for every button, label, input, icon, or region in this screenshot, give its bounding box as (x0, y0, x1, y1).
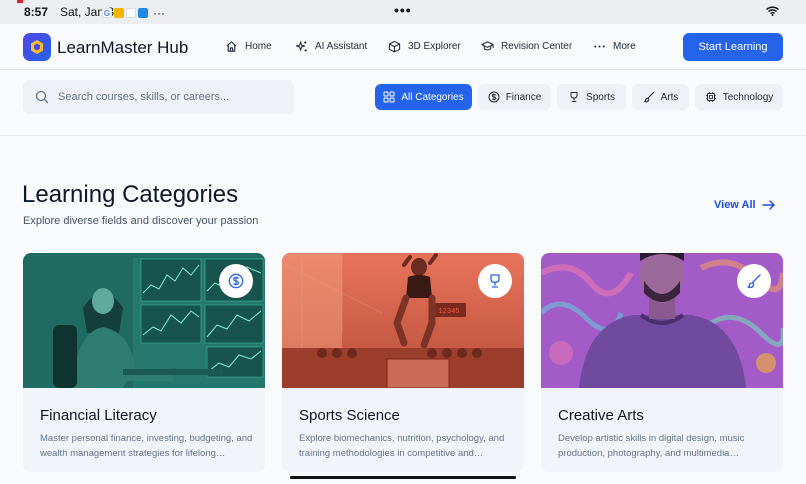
filter-technology-label: Technology (722, 91, 774, 103)
card-description: Master personal finance, investing, budg… (40, 433, 253, 459)
nav-3d-explorer[interactable]: 3D Explorer (388, 40, 461, 53)
chip-icon (705, 92, 716, 102)
view-all-link[interactable]: View All (714, 199, 776, 211)
arrow-right-icon (761, 200, 775, 210)
card-title: Sports Science (299, 407, 400, 424)
multitasking-dots-icon[interactable]: ••• (394, 2, 412, 18)
filter-all-categories[interactable]: All Categories (375, 84, 472, 110)
category-card-sports-science[interactable]: 12345 Sports Science Explore biomechanic… (282, 253, 524, 472)
grid-icon (383, 91, 395, 103)
card-badge (219, 264, 253, 298)
start-learning-button[interactable]: Start Learning (683, 33, 783, 61)
cube-icon (388, 40, 401, 53)
filter-all-categories-label: All Categories (401, 91, 464, 103)
category-card-financial-literacy[interactable]: Financial Literacy Master personal finan… (23, 253, 265, 472)
nav-home-label: Home (245, 41, 272, 52)
search-icon (35, 90, 49, 104)
nav-ai-assistant[interactable]: AI Assistant (295, 40, 367, 53)
svg-text:12345: 12345 (438, 308, 459, 316)
category-card-creative-arts[interactable]: Creative Arts Develop artistic skills in… (541, 253, 783, 472)
card-badge (737, 264, 771, 298)
card-title: Creative Arts (558, 407, 644, 424)
section-title: Learning Categories (22, 181, 239, 208)
graduation-cap-icon (481, 41, 494, 51)
card-description: Develop artistic skills in digital desig… (558, 433, 745, 459)
notification-icons: G ··· (102, 6, 165, 20)
section-subtitle: Explore diverse fields and discover your… (23, 215, 259, 227)
filter-arts[interactable]: Arts (632, 84, 689, 110)
trophy-icon (490, 274, 500, 288)
search-input[interactable] (58, 91, 278, 103)
sparkles-icon (295, 41, 307, 52)
search-bar[interactable] (23, 80, 294, 114)
filter-finance[interactable]: Finance (478, 84, 551, 110)
top-navigation: LearnMaster Hub Home AI Assistant 3D Exp… (0, 24, 806, 70)
card-title: Financial Literacy (40, 407, 157, 424)
brand-name[interactable]: LearnMaster Hub (57, 38, 188, 58)
notes-app-icon (114, 8, 124, 18)
status-bar: 8:57 Sat, Jan 3 G ··· ••• (0, 0, 806, 24)
filter-sports[interactable]: Sports (557, 84, 626, 110)
wifi-icon (766, 6, 779, 16)
photos-app-icon (126, 8, 136, 18)
filter-technology[interactable]: Technology (695, 84, 783, 110)
nav-more-label: More (613, 41, 636, 52)
recording-indicator (17, 0, 23, 3)
filter-sports-label: Sports (586, 91, 615, 103)
dollar-icon (228, 273, 244, 289)
view-all-label: View All (714, 199, 756, 211)
nav-home[interactable]: Home (225, 40, 272, 53)
home-icon (226, 41, 237, 52)
google-icon: G (102, 8, 112, 18)
nav-3d-explorer-label: 3D Explorer (408, 41, 461, 52)
card-description: Explore biomechanics, nutrition, psychol… (299, 433, 505, 459)
dollar-icon (488, 91, 500, 103)
more-notifications-icon: ··· (153, 6, 165, 20)
filter-arts-label: Arts (660, 91, 679, 103)
home-indicator[interactable] (290, 476, 516, 479)
trophy-icon (570, 92, 578, 102)
cloud-app-icon (138, 8, 148, 18)
nav-revision-center-label: Revision Center (501, 41, 573, 52)
nav-ai-assistant-label: AI Assistant (315, 41, 368, 52)
card-badge (478, 264, 512, 298)
ellipsis-icon (594, 45, 605, 48)
brush-icon (643, 92, 654, 103)
nav-revision-center[interactable]: Revision Center (481, 40, 572, 53)
nav-more[interactable]: More (593, 40, 636, 53)
status-time: 8:57 (24, 5, 49, 19)
filter-finance-label: Finance (505, 91, 542, 103)
brand-logo-icon[interactable] (23, 33, 51, 61)
section-divider (0, 135, 806, 136)
brush-icon (747, 274, 761, 289)
